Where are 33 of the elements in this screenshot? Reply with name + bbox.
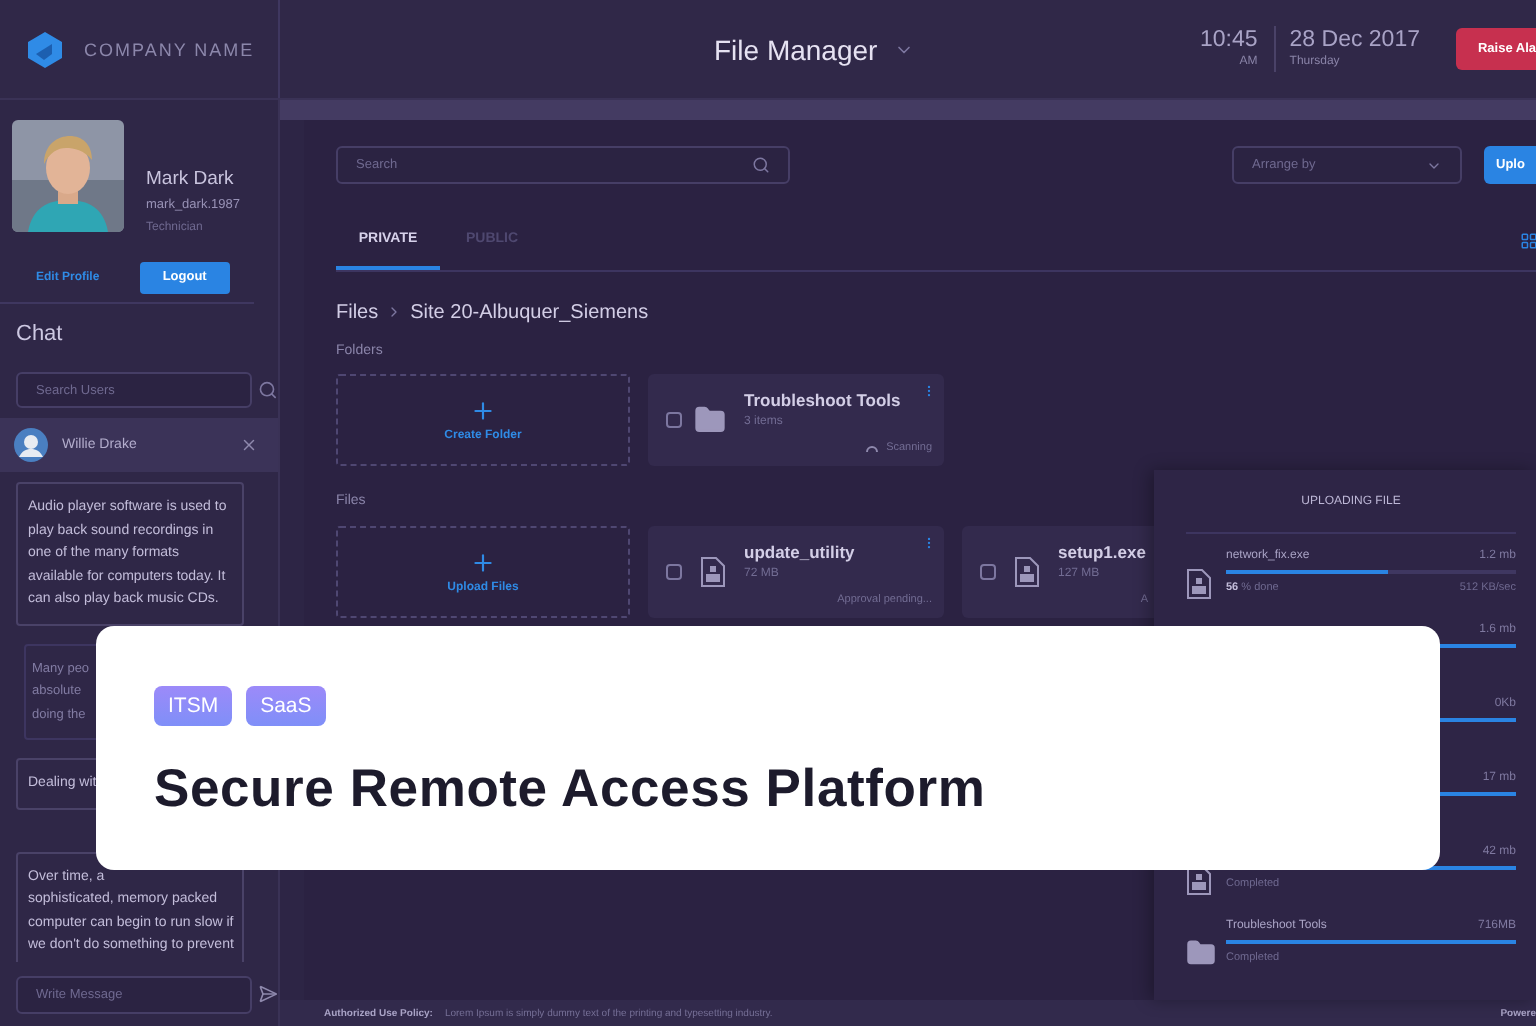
avatar [14,428,48,462]
send-icon[interactable] [258,984,278,1004]
tag: SaaS [246,686,326,726]
page-title: File Manager [714,33,878,65]
plus-icon [470,398,496,424]
breadcrumb-item[interactable]: Files [336,301,379,323]
search-icon[interactable] [258,380,278,400]
checkbox[interactable] [666,412,682,428]
logo-icon [28,31,62,67]
close-icon[interactable] [240,436,258,454]
file-name: update_utility [744,542,857,562]
search-icon[interactable] [752,156,770,174]
company-name: COMPANY NAME [84,39,255,59]
user-name: Mark Dark [146,166,236,192]
file-icon [1186,568,1212,600]
plus-icon [470,550,496,576]
more-icon[interactable] [922,536,936,550]
time: 10:45 [1200,26,1258,54]
more-icon[interactable] [922,384,936,398]
folder-icon [1186,938,1216,968]
tag: ITSM [154,686,233,726]
checkbox[interactable] [980,564,996,580]
chat-title: Chat [14,320,65,350]
folder-name: Troubleshoot Tools [744,390,903,410]
spinner-icon [866,444,879,452]
grid-view-icon[interactable] [1520,232,1536,250]
date: 28 Dec 2017 [1289,26,1420,54]
folder-icon [694,404,726,436]
file-icon [700,556,726,588]
breadcrumb-item[interactable]: Site 20-Albuquer_Siemens [410,301,649,323]
checkbox[interactable] [666,564,682,580]
file-icon [1014,556,1040,588]
headline: Secure Remote Access Platform [154,758,988,820]
